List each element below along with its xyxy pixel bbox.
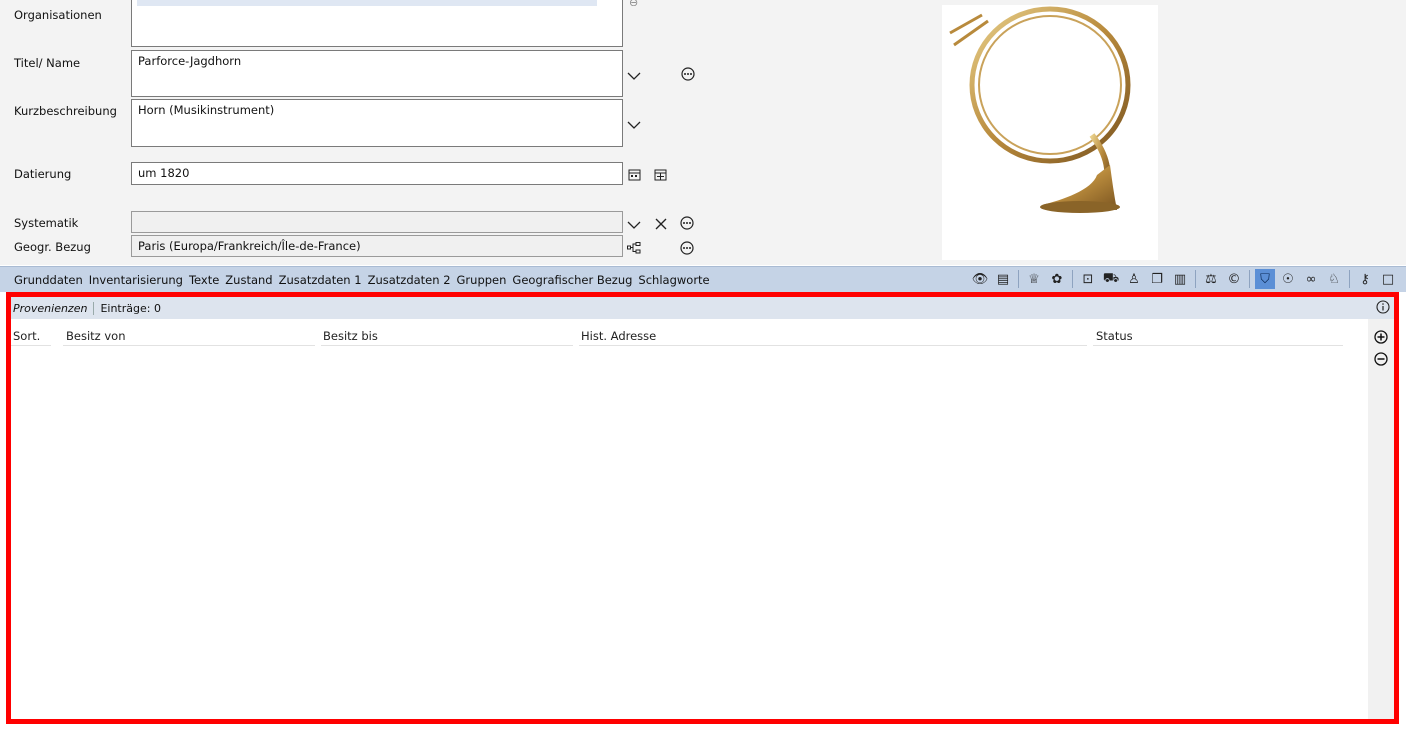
tab-inventarisierung[interactable]: Inventarisierung [89, 273, 183, 287]
toolbar-separator [1349, 270, 1350, 288]
systematik-label: Systematik [14, 216, 79, 230]
organisationen-selected-entry[interactable] [137, 0, 597, 6]
tab-bar: Grunddaten Inventarisierung Texte Zustand Zu… [0, 266, 1406, 292]
titel-label: Titel/ Name [14, 56, 81, 70]
palette-icon[interactable]: ✿ [1047, 269, 1067, 289]
remove-icon[interactable] [1373, 351, 1389, 367]
column-header-sort[interactable]: Sort. [13, 329, 40, 343]
provenienzen-header: Provenienzen Einträge: 0 [11, 297, 1394, 319]
more-options-icon[interactable] [680, 66, 696, 82]
geogr-bezug-label: Geogr. Bezug [14, 240, 91, 254]
divider [1093, 345, 1343, 346]
kurzbeschreibung-label: Kurzbeschreibung [14, 104, 117, 118]
close-icon[interactable] [653, 216, 669, 232]
column-header-hist-adresse[interactable]: Hist. Adresse [581, 329, 656, 343]
toolbar-separator [1072, 270, 1073, 288]
tab-schlagworte[interactable]: Schlagworte [638, 273, 709, 287]
user-abc-icon[interactable]: ♘ [1324, 269, 1344, 289]
eye-icon[interactable]: 👁 [970, 269, 990, 289]
calendar-icon[interactable] [626, 166, 642, 182]
datierung-field[interactable]: um 1820 [131, 162, 623, 185]
book-icon[interactable]: ▥ [1170, 269, 1190, 289]
money-bag-icon[interactable]: ☉ [1278, 269, 1298, 289]
kurzbeschreibung-field[interactable]: Horn (Musikinstrument) [131, 99, 623, 147]
entries-count: 0 [153, 301, 161, 315]
divider [321, 345, 573, 346]
chevron-down-icon[interactable] [626, 217, 642, 233]
info-icon[interactable] [1376, 300, 1390, 317]
object-image[interactable] [942, 5, 1158, 260]
more-options-icon[interactable] [679, 215, 695, 231]
entries-label: Einträge: [100, 301, 151, 315]
document-icon[interactable]: ▤ [993, 269, 1013, 289]
chevron-down-icon[interactable] [626, 117, 642, 133]
copyright-icon[interactable]: © [1224, 269, 1244, 289]
toolbar-separator [1018, 270, 1019, 288]
organisationen-label: Organisationen [14, 8, 102, 22]
toolbar-separator [1249, 270, 1250, 288]
toolbar-separator [1195, 270, 1196, 288]
link-icon[interactable]: ∞ [1301, 269, 1321, 289]
tab-zusatzdaten-2[interactable]: Zusatzdaten 2 [368, 273, 451, 287]
key-icon[interactable]: ⚷ [1355, 269, 1375, 289]
scale-icon[interactable]: ⚖ [1201, 269, 1221, 289]
side-actions [1368, 319, 1394, 719]
entries-count-label: Einträge: 0 [94, 302, 161, 315]
award-icon[interactable]: ♕ [1024, 269, 1044, 289]
tab-zustand[interactable]: Zustand [225, 273, 272, 287]
divider [11, 345, 51, 346]
tab-grunddaten[interactable]: Grunddaten [14, 273, 83, 287]
provenienzen-title: Provenienzen [11, 301, 95, 315]
chevron-down-icon[interactable] [626, 68, 642, 84]
divider [63, 345, 315, 346]
transport-icon[interactable]: ⛟ [1101, 269, 1121, 289]
column-header-besitz-bis[interactable]: Besitz bis [323, 329, 378, 343]
table-header: Sort. Besitz von Besitz bis Hist. Adress… [11, 323, 1343, 346]
hierarchy-icon[interactable] [626, 240, 642, 256]
tabs: Grunddaten Inventarisierung Texte Zustand Zu… [14, 267, 710, 292]
toolbar-icons: 👁 ▤ ♕ ✿ ⊡ ⛟ ♙ ❐ ▥ ⚖ © ⛉ ☉ ∞ ♘ ⚷ □ [970, 269, 1398, 289]
more-options-icon[interactable] [679, 240, 695, 256]
divider [579, 345, 1087, 346]
shield-icon[interactable]: ⛉ [1255, 269, 1275, 289]
systematik-field[interactable] [131, 211, 623, 233]
tab-zusatzdaten-1[interactable]: Zusatzdaten 1 [279, 273, 362, 287]
copy-icon[interactable]: ❐ [1147, 269, 1167, 289]
form-area: Organisationen ⊖ ⊖ ⊖ Titel/ Name Parforc… [0, 0, 1406, 265]
tab-texte[interactable]: Texte [189, 273, 219, 287]
provenienzen-panel: Provenienzen Einträge: 0 Sort. Besitz vo… [6, 292, 1399, 724]
calendar-range-icon[interactable] [652, 166, 668, 182]
tab-gruppen[interactable]: Gruppen [457, 273, 507, 287]
column-header-status[interactable]: Status [1096, 329, 1133, 343]
datierung-label: Datierung [14, 167, 72, 181]
tab-geografischer-bezug[interactable]: Geografischer Bezug [512, 273, 632, 287]
add-icon[interactable] [1373, 329, 1389, 345]
person-icon[interactable]: ♙ [1124, 269, 1144, 289]
box-icon[interactable]: ⊡ [1078, 269, 1098, 289]
clipped-icons: ⊖ ⊖ ⊖ [629, 0, 645, 6]
geogr-bezug-field[interactable]: Paris (Europa/Frankreich/Île-de-France) [131, 235, 623, 257]
titel-field[interactable]: Parforce-Jagdhorn [131, 50, 623, 97]
column-header-besitz-von[interactable]: Besitz von [66, 329, 125, 343]
organisationen-field[interactable] [131, 0, 623, 47]
window-icon[interactable]: □ [1378, 269, 1398, 289]
